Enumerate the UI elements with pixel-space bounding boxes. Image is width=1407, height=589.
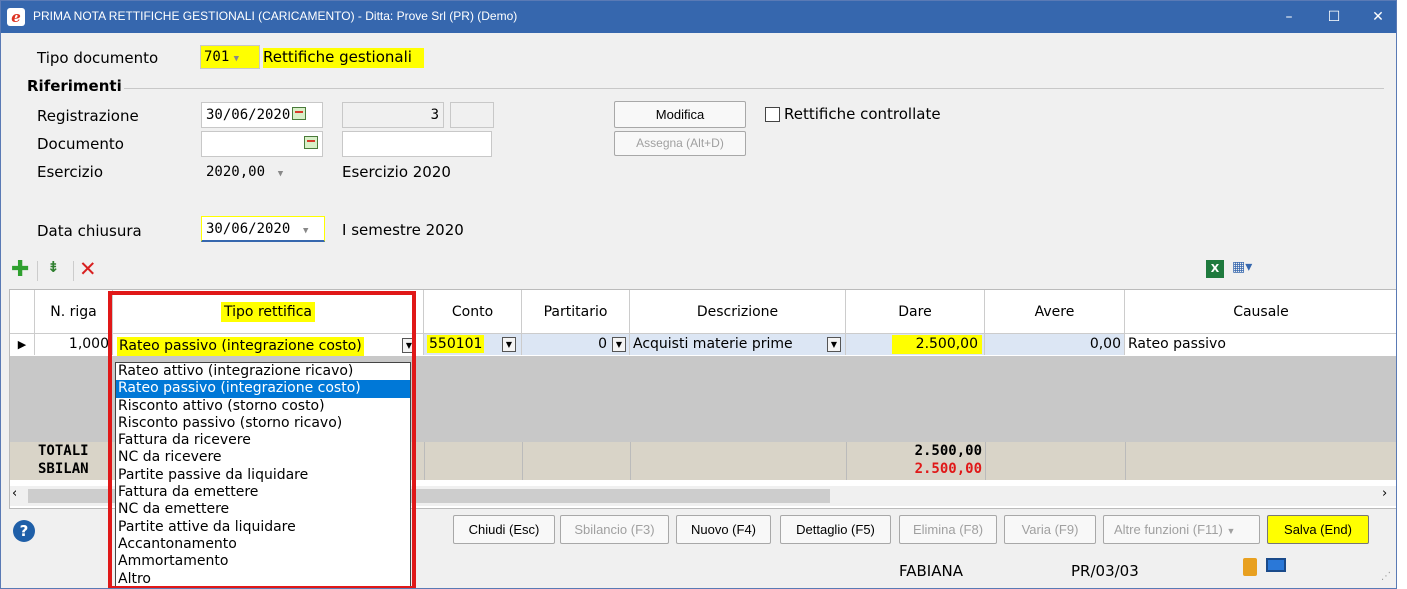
- totali-label: TOTALI: [38, 443, 89, 459]
- rettifiche-controllate-label: Rettifiche controllate: [784, 105, 941, 123]
- chiudi-button[interactable]: Chiudi (Esc): [453, 515, 555, 544]
- window-title: PRIMA NOTA RETTIFICHE GESTIONALI (CARICA…: [33, 9, 518, 23]
- app-logo-icon: e: [7, 8, 25, 26]
- chevron-down-icon[interactable]: ▼: [827, 337, 841, 352]
- resize-grip-icon[interactable]: ⋰: [1381, 571, 1391, 582]
- cell-n-riga[interactable]: 1,000: [35, 334, 113, 355]
- cell-causale[interactable]: Rateo passivo: [1125, 334, 1396, 355]
- column-header-partitario[interactable]: Partitario: [522, 290, 630, 334]
- document-status-icon[interactable]: [1243, 558, 1257, 576]
- minimize-button[interactable]: –: [1269, 3, 1309, 31]
- current-row-arrow-icon: ▶: [10, 334, 35, 355]
- footer-divider: [522, 442, 523, 480]
- help-icon[interactable]: ?: [13, 520, 35, 542]
- column-header-descrizione[interactable]: Descrizione: [630, 290, 846, 334]
- status-code: PR/03/03: [1071, 562, 1139, 580]
- descrizione-value: Acquisti materie prime: [633, 336, 793, 352]
- data-chiusura-label: Data chiusura: [37, 222, 142, 240]
- assegna-button[interactable]: Assegna (Alt+D): [614, 131, 746, 156]
- footer-divider: [985, 442, 986, 480]
- registrazione-label: Registrazione: [37, 107, 139, 125]
- footer-divider: [630, 442, 631, 480]
- add-row-icon[interactable]: ✚: [11, 259, 29, 281]
- chevron-down-icon: ▼: [277, 169, 284, 179]
- registrazione-date-field[interactable]: 30/06/2020: [201, 102, 323, 128]
- calendar-icon[interactable]: [292, 106, 307, 120]
- esercizio-description: Esercizio 2020: [342, 163, 451, 181]
- altre-funzioni-button[interactable]: Altre funzioni (F11) ▼: [1103, 515, 1260, 544]
- dettaglio-button[interactable]: Dettaglio (F5): [780, 515, 891, 544]
- toolbar-divider: [73, 261, 74, 281]
- column-header-avere[interactable]: Avere: [985, 290, 1125, 334]
- registrazione-number-field[interactable]: 3: [342, 102, 444, 128]
- tipo-documento-select[interactable]: 701 ▼: [200, 45, 260, 69]
- totali-dare: 2.500,00: [914, 443, 982, 459]
- data-chiusura-field[interactable]: 30/06/2020 ▼: [201, 216, 325, 242]
- scroll-left-icon[interactable]: ‹: [12, 486, 17, 501]
- maximize-button[interactable]: ☐: [1314, 3, 1354, 31]
- column-header-causale[interactable]: Causale: [1125, 290, 1396, 334]
- monitor-icon[interactable]: [1266, 558, 1286, 572]
- cell-avere[interactable]: 0,00: [985, 334, 1125, 355]
- scroll-right-icon[interactable]: ›: [1382, 486, 1387, 501]
- data-chiusura-description: I semestre 2020: [342, 221, 464, 239]
- main-window: e PRIMA NOTA RETTIFICHE GESTIONALI (CARI…: [0, 0, 1397, 589]
- column-header-n-riga[interactable]: N. riga: [35, 290, 113, 334]
- nuovo-button[interactable]: Nuovo (F4): [676, 515, 771, 544]
- delete-row-icon[interactable]: ✕: [79, 257, 97, 281]
- insert-row-icon[interactable]: ⇟: [47, 258, 60, 276]
- altre-funzioni-label: Altre funzioni (F11): [1114, 522, 1223, 537]
- chevron-down-icon: ▼: [233, 54, 239, 64]
- esercizio-label: Esercizio: [37, 163, 103, 181]
- chevron-down-icon[interactable]: ▼: [612, 337, 626, 352]
- tipo-documento-label: Tipo documento: [37, 49, 159, 67]
- footer-divider: [846, 442, 847, 480]
- excel-export-icon[interactable]: X: [1206, 260, 1224, 278]
- documento-number-field[interactable]: [342, 131, 492, 157]
- close-button[interactable]: ✕: [1358, 3, 1396, 31]
- tipo-documento-code: 701: [204, 49, 230, 65]
- documento-label: Documento: [37, 135, 124, 153]
- chevron-down-icon: ▼: [303, 226, 309, 236]
- registrazione-date: 30/06/2020: [206, 107, 291, 123]
- column-header-conto[interactable]: Conto: [424, 290, 522, 334]
- sbilancio-dare: 2.500,00: [914, 461, 982, 477]
- esercizio-value: 2020,00: [206, 164, 266, 180]
- rettifiche-controllate-checkbox[interactable]: [765, 107, 780, 122]
- cell-conto[interactable]: 550101 ▼: [424, 334, 522, 355]
- toolbar-divider: [37, 261, 38, 281]
- data-chiusura-date: 30/06/2020: [206, 221, 291, 237]
- tipo-documento-description: Rettifiche gestionali: [263, 48, 424, 68]
- row-selector-header: [10, 290, 35, 334]
- footer-divider: [424, 442, 425, 480]
- salva-button[interactable]: Salva (End): [1267, 515, 1369, 544]
- riferimenti-section-title: Riferimenti: [27, 77, 122, 95]
- conto-value: 550101: [427, 335, 485, 353]
- section-divider: [124, 88, 1384, 89]
- highlight-box: [108, 291, 416, 588]
- documento-date-field[interactable]: [201, 131, 323, 157]
- sbilancio-label: SBILAN: [38, 461, 89, 477]
- partitario-value: 0: [598, 336, 607, 352]
- grid-settings-icon[interactable]: ▦▾: [1232, 259, 1262, 279]
- cell-descrizione[interactable]: Acquisti materie prime ▼: [630, 334, 846, 355]
- cell-dare[interactable]: 2.500,00: [846, 334, 985, 355]
- registrazione-extra-field[interactable]: [450, 102, 494, 128]
- chevron-down-icon[interactable]: ▼: [502, 337, 516, 352]
- cell-partitario[interactable]: 0 ▼: [522, 334, 630, 355]
- modifica-button[interactable]: Modifica: [614, 101, 746, 128]
- status-user: FABIANA: [899, 562, 963, 580]
- column-header-dare[interactable]: Dare: [846, 290, 985, 334]
- title-bar[interactable]: e PRIMA NOTA RETTIFICHE GESTIONALI (CARI…: [1, 1, 1396, 33]
- calendar-icon[interactable]: [304, 135, 318, 149]
- esercizio-select[interactable]: 2020,00 ▼: [201, 159, 325, 185]
- sbilancio-button[interactable]: Sbilancio (F3): [560, 515, 669, 544]
- elimina-button[interactable]: Elimina (F8): [899, 515, 997, 544]
- chevron-down-icon: ▼: [1226, 526, 1236, 536]
- footer-divider: [1125, 442, 1126, 480]
- varia-button[interactable]: Varia (F9): [1004, 515, 1096, 544]
- dare-value: 2.500,00: [892, 335, 982, 354]
